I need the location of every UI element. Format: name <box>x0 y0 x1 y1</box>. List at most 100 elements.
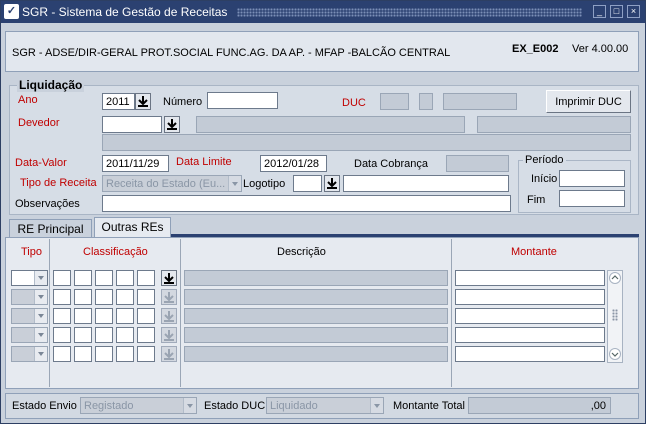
classificacao-segment-input[interactable] <box>53 270 71 286</box>
classificacao-lov-button[interactable] <box>161 289 177 305</box>
scroll-grip[interactable] <box>612 309 618 321</box>
classificacao-segment-input[interactable] <box>116 289 134 305</box>
data-cobranca-label: Data Cobrança <box>354 158 428 170</box>
classificacao-segment-input[interactable] <box>95 270 113 286</box>
classificacao-segment-input[interactable] <box>74 346 92 362</box>
fim-label: Fim <box>527 194 546 206</box>
devedor-name-field <box>196 116 465 133</box>
classificacao-segment-input[interactable] <box>74 270 92 286</box>
montante-input[interactable] <box>455 270 605 286</box>
classificacao-lov-button[interactable] <box>161 346 177 362</box>
tipo-receita-value: Receita do Estado (Eu... <box>106 178 226 190</box>
devedor-lov-button[interactable] <box>164 116 180 133</box>
devedor-extra-field <box>477 116 631 133</box>
tipo-select[interactable] <box>11 327 48 343</box>
classificacao-lov-button[interactable] <box>161 327 177 343</box>
duc-part3-field <box>443 93 517 110</box>
tab-outras-res[interactable]: Outras REs <box>94 217 171 237</box>
tipo-select[interactable] <box>11 270 48 286</box>
descricao-field <box>184 327 448 343</box>
classificacao-segment-input[interactable] <box>116 346 134 362</box>
tipo-select[interactable] <box>11 308 48 324</box>
data-cobranca-field <box>446 155 509 172</box>
header-panel: SGR - ADSE/DIR-GERAL PROT.SOCIAL FUNC.AG… <box>5 31 639 72</box>
classificacao-segment-input[interactable] <box>74 289 92 305</box>
column-divider <box>451 239 452 387</box>
devedor-input[interactable] <box>102 116 162 133</box>
classificacao-segment-input[interactable] <box>95 346 113 362</box>
close-icon[interactable]: × <box>627 5 640 18</box>
descricao-field <box>184 270 448 286</box>
classificacao-segment-input[interactable] <box>53 346 71 362</box>
classificacao-segment-input[interactable] <box>137 308 155 324</box>
devedor-address-field <box>102 134 631 151</box>
grid-scrollbar[interactable] <box>607 270 623 363</box>
logotipo-lov-button[interactable] <box>324 175 340 192</box>
classificacao-segment-input[interactable] <box>53 289 71 305</box>
estado-duc-value: Liquidado <box>270 400 318 412</box>
logotipo-description-input[interactable] <box>343 175 509 192</box>
inicio-input[interactable] <box>559 170 625 187</box>
chevron-down-icon <box>183 398 196 413</box>
ano-input[interactable]: 2011 <box>102 93 135 110</box>
column-divider <box>180 239 181 387</box>
app-icon: ✓ <box>4 4 19 19</box>
tipo-select[interactable] <box>11 346 48 362</box>
header-classificacao: Classificação <box>83 246 148 258</box>
tipo-select[interactable] <box>11 289 48 305</box>
montante-input[interactable] <box>455 346 605 362</box>
inicio-label: Início <box>531 173 558 185</box>
header-tipo: Tipo <box>21 246 42 258</box>
classificacao-segment-input[interactable] <box>137 289 155 305</box>
classificacao-segment-input[interactable] <box>116 327 134 343</box>
classificacao-segment-input[interactable] <box>95 327 113 343</box>
descricao-field <box>184 289 448 305</box>
classificacao-segment-input[interactable] <box>53 327 71 343</box>
classificacao-segment-input[interactable] <box>137 346 155 362</box>
numero-input[interactable] <box>207 92 278 109</box>
classificacao-segment-input[interactable] <box>116 270 134 286</box>
data-limite-label: Data Limite <box>176 156 232 168</box>
classificacao-segment-input[interactable] <box>137 270 155 286</box>
numero-label: Número <box>163 96 203 108</box>
down-arrow-list-icon <box>138 96 148 107</box>
scroll-up-icon[interactable] <box>609 272 621 284</box>
observacoes-input[interactable] <box>102 195 511 212</box>
down-arrow-list-icon <box>164 273 174 284</box>
maximize-icon[interactable]: □ <box>610 5 623 18</box>
estado-envio-label: Estado Envio <box>12 400 77 412</box>
duc-label: DUC <box>342 97 366 109</box>
classificacao-segment-input[interactable] <box>137 327 155 343</box>
logotipo-input[interactable] <box>293 175 322 192</box>
montante-input[interactable] <box>455 308 605 324</box>
chevron-down-icon <box>34 271 47 285</box>
data-valor-input[interactable]: 2011/11/29 <box>102 155 169 172</box>
classificacao-segment-input[interactable] <box>95 308 113 324</box>
tab-re-principal[interactable]: RE Principal <box>9 219 92 237</box>
fim-input[interactable] <box>559 190 625 207</box>
scroll-down-icon[interactable] <box>609 348 621 360</box>
data-limite-input[interactable]: 2012/01/28 <box>260 155 327 172</box>
classificacao-segment-input[interactable] <box>74 327 92 343</box>
classificacao-lov-button[interactable] <box>161 308 177 324</box>
classificacao-segment-input[interactable] <box>116 308 134 324</box>
ano-lov-button[interactable] <box>135 93 151 110</box>
montante-input[interactable] <box>455 327 605 343</box>
periodo-label: Período <box>523 154 566 166</box>
header-descricao: Descrição <box>277 246 326 258</box>
down-arrow-list-icon <box>164 349 174 360</box>
classificacao-segment-input[interactable] <box>95 289 113 305</box>
chevron-down-icon <box>228 176 241 191</box>
montante-input[interactable] <box>455 289 605 305</box>
ano-label: Ano <box>18 94 38 106</box>
organization-label: SGR - ADSE/DIR-GERAL PROT.SOCIAL FUNC.AG… <box>12 47 451 59</box>
classificacao-segment-input[interactable] <box>74 308 92 324</box>
classificacao-lov-button[interactable] <box>161 270 177 286</box>
minimize-icon[interactable]: _ <box>593 5 606 18</box>
estado-envio-value: Registado <box>84 400 134 412</box>
imprimir-duc-button[interactable]: Imprimir DUC <box>546 90 631 113</box>
chevron-down-icon <box>34 328 47 342</box>
data-valor-label: Data-Valor <box>15 157 67 169</box>
title-bar-texture <box>237 8 582 17</box>
classificacao-segment-input[interactable] <box>53 308 71 324</box>
